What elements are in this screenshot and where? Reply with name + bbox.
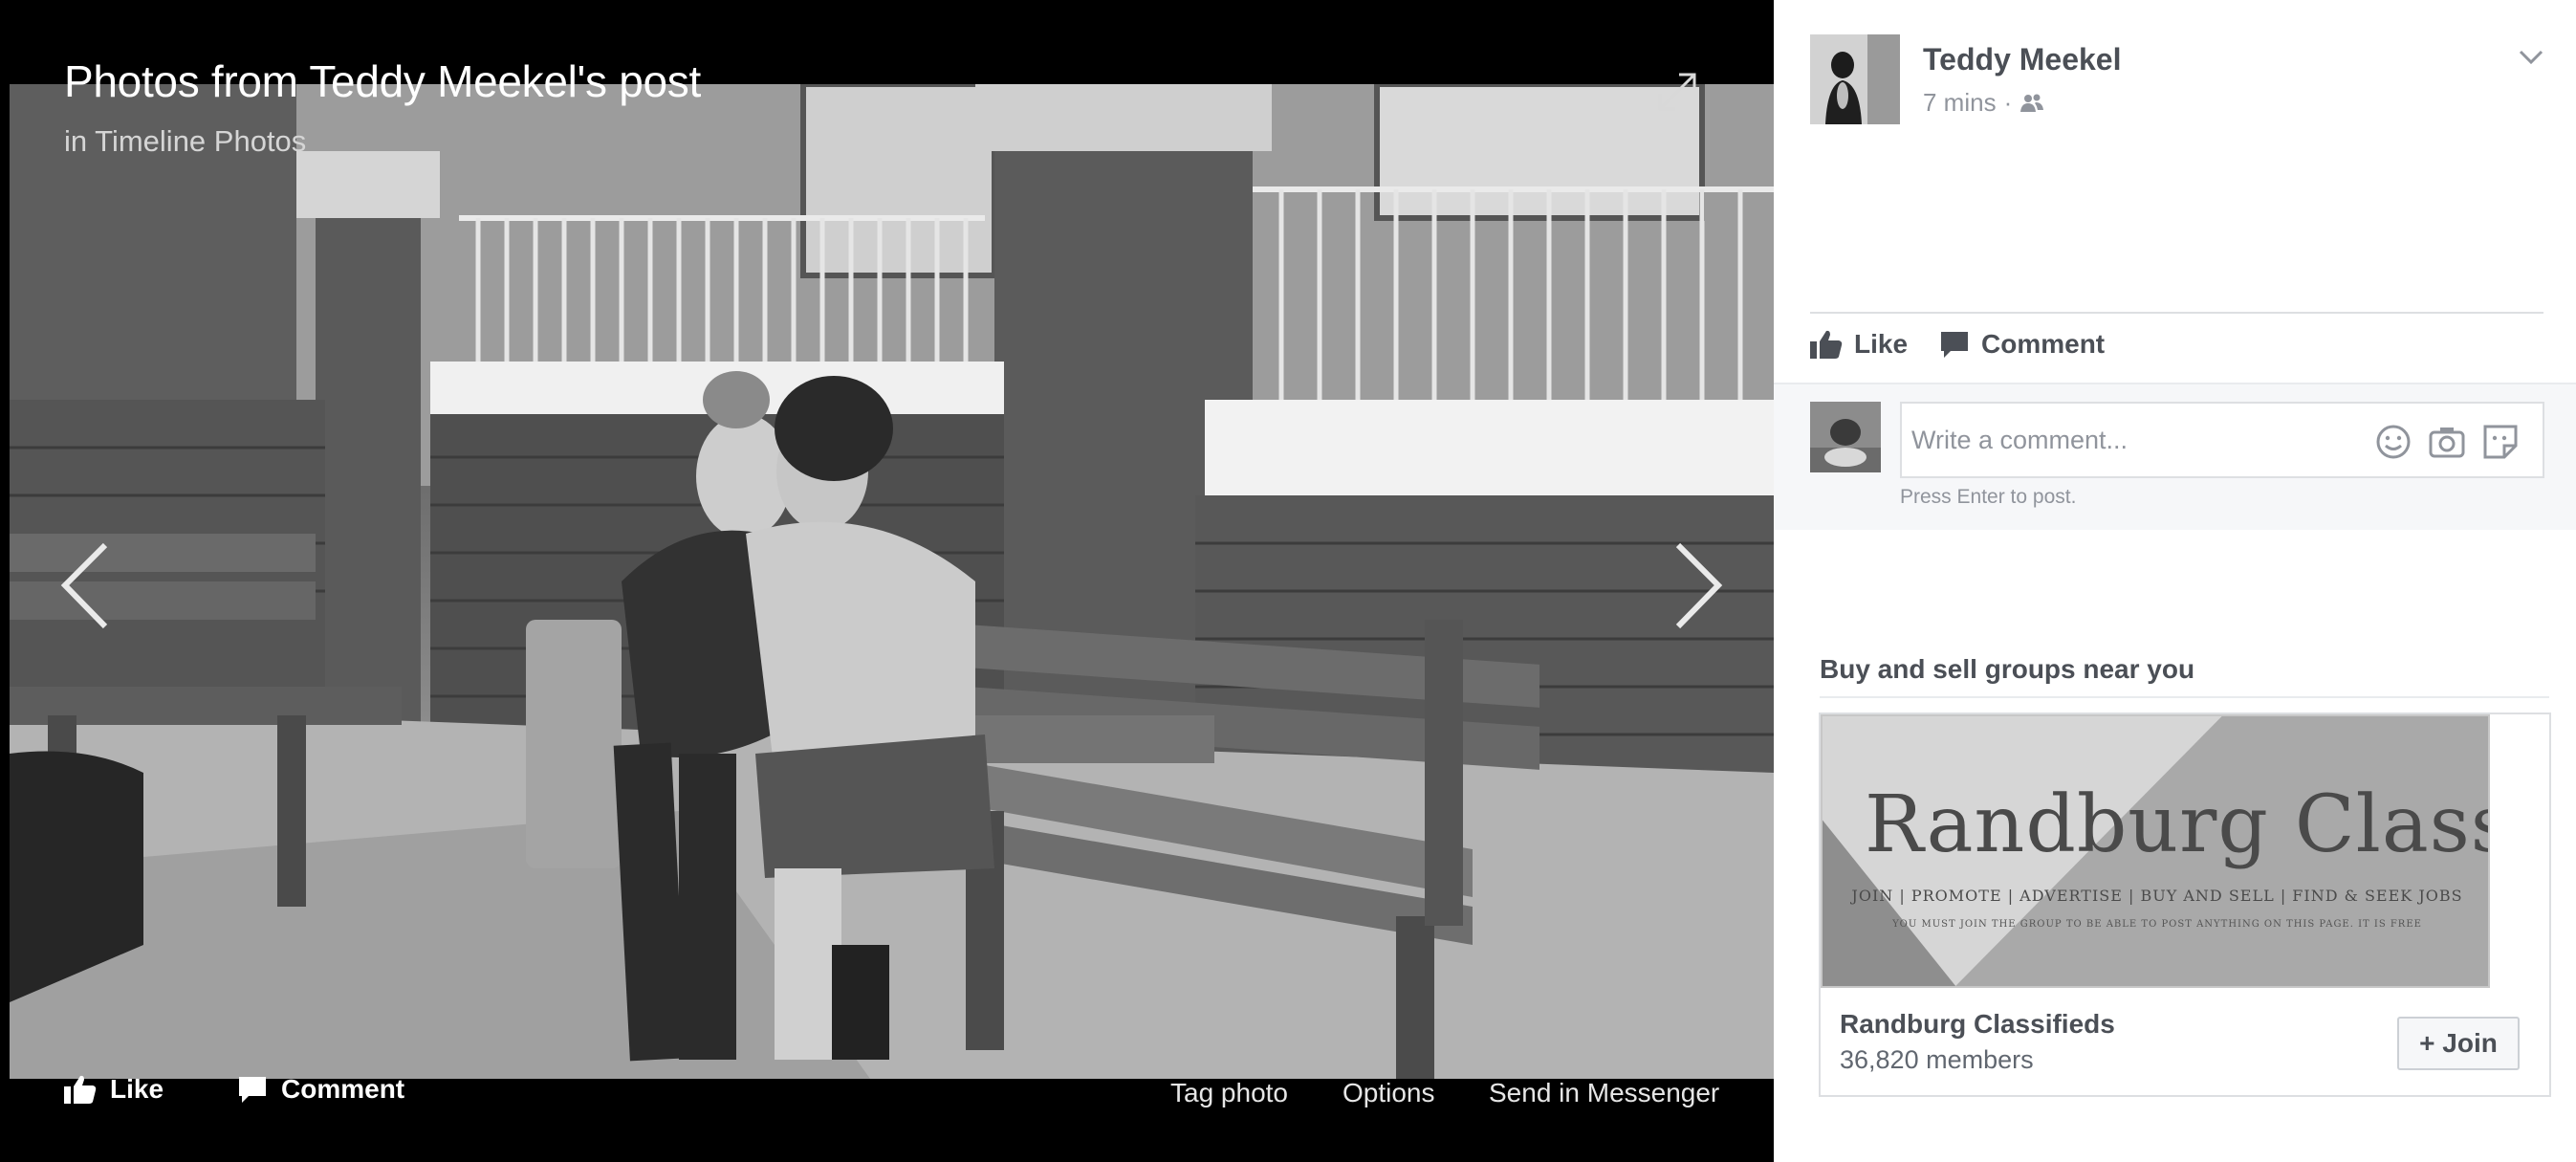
camera-icon[interactable]	[2428, 423, 2466, 461]
group-cover[interactable]: Randburg Classifieds JOIN | PROMOTE | AD…	[1821, 714, 2490, 988]
photo-album-link[interactable]: in Timeline Photos	[64, 124, 306, 159]
thumbs-up-icon	[1810, 330, 1843, 359]
group-member-count: 36,820 members	[1840, 1045, 2034, 1074]
photo-like-button[interactable]: Like	[64, 1074, 164, 1105]
suggestions-heading: Buy and sell groups near you	[1820, 654, 2195, 684]
comment-label: Comment	[1981, 329, 2106, 359]
chevron-down-icon[interactable]	[2517, 46, 2545, 69]
comment-icon	[239, 1077, 266, 1103]
current-user-avatar-image	[1810, 402, 1881, 472]
emoji-icon[interactable]	[2374, 423, 2412, 461]
photo[interactable]	[10, 84, 1774, 1079]
options-link[interactable]: Options	[1343, 1078, 1435, 1108]
expand-icon[interactable]	[1652, 67, 1702, 117]
author-avatar[interactable]	[1810, 34, 1900, 124]
chevron-left-icon[interactable]	[57, 540, 115, 631]
group-cover-note: YOU MUST JOIN THE GROUP TO BE ABLE TO PO…	[1892, 919, 2422, 930]
photo-action-bar: Like Comment Tag photo Options Send in M…	[0, 1066, 1774, 1124]
author-name[interactable]: Teddy Meekel	[1923, 42, 2121, 77]
current-user-avatar[interactable]	[1810, 402, 1881, 472]
comment-hint: Press Enter to post.	[1900, 486, 2077, 508]
suggestions-divider	[1820, 696, 2549, 698]
comment-input[interactable]	[1908, 404, 2357, 476]
group-name[interactable]: Randburg Classifieds	[1840, 1009, 2115, 1040]
photo-comment-button[interactable]: Comment	[237, 1074, 404, 1105]
group-card: Randburg Classifieds JOIN | PROMOTE | AD…	[1819, 713, 2551, 1097]
tag-photo-link[interactable]: Tag photo	[1170, 1078, 1288, 1108]
post-sidebar: Teddy Meekel 7 mins · Like Comment Write…	[1774, 0, 2576, 1162]
photo-image	[10, 84, 1774, 1079]
thumbs-up-icon	[64, 1075, 97, 1104]
comment-composer: Press Enter to post.	[1774, 383, 2576, 530]
like-button[interactable]: Like	[1810, 329, 1908, 360]
photo-title: Photos from Teddy Meekel's post	[64, 56, 701, 106]
photo-comment-label: Comment	[281, 1074, 405, 1104]
comment-icon	[1941, 332, 1968, 358]
meta-separator: ·	[2003, 88, 2013, 117]
join-group-button[interactable]: + Join	[2397, 1017, 2520, 1070]
friends-icon[interactable]	[2019, 93, 2044, 114]
actions-divider	[1810, 312, 2543, 314]
author-avatar-image	[1810, 34, 1900, 124]
like-label: Like	[1854, 329, 1909, 359]
comment-box	[1900, 402, 2544, 478]
group-cover-tagline: JOIN | PROMOTE | ADVERTISE | BUY AND SEL…	[1851, 887, 2463, 905]
post-time[interactable]: 7 mins	[1923, 88, 1997, 118]
group-cover-logo: Randburg Classifieds	[1865, 779, 2488, 870]
comment-button[interactable]: Comment	[1939, 329, 2105, 360]
post-meta: 7 mins ·	[1923, 88, 2044, 118]
sticker-icon[interactable]	[2481, 423, 2520, 461]
send-in-messenger-link[interactable]: Send in Messenger	[1489, 1078, 1719, 1108]
chevron-right-icon[interactable]	[1669, 540, 1726, 631]
photo-stage: Photos from Teddy Meekel's post in Timel…	[0, 0, 1774, 1162]
photo-like-label: Like	[110, 1074, 164, 1104]
